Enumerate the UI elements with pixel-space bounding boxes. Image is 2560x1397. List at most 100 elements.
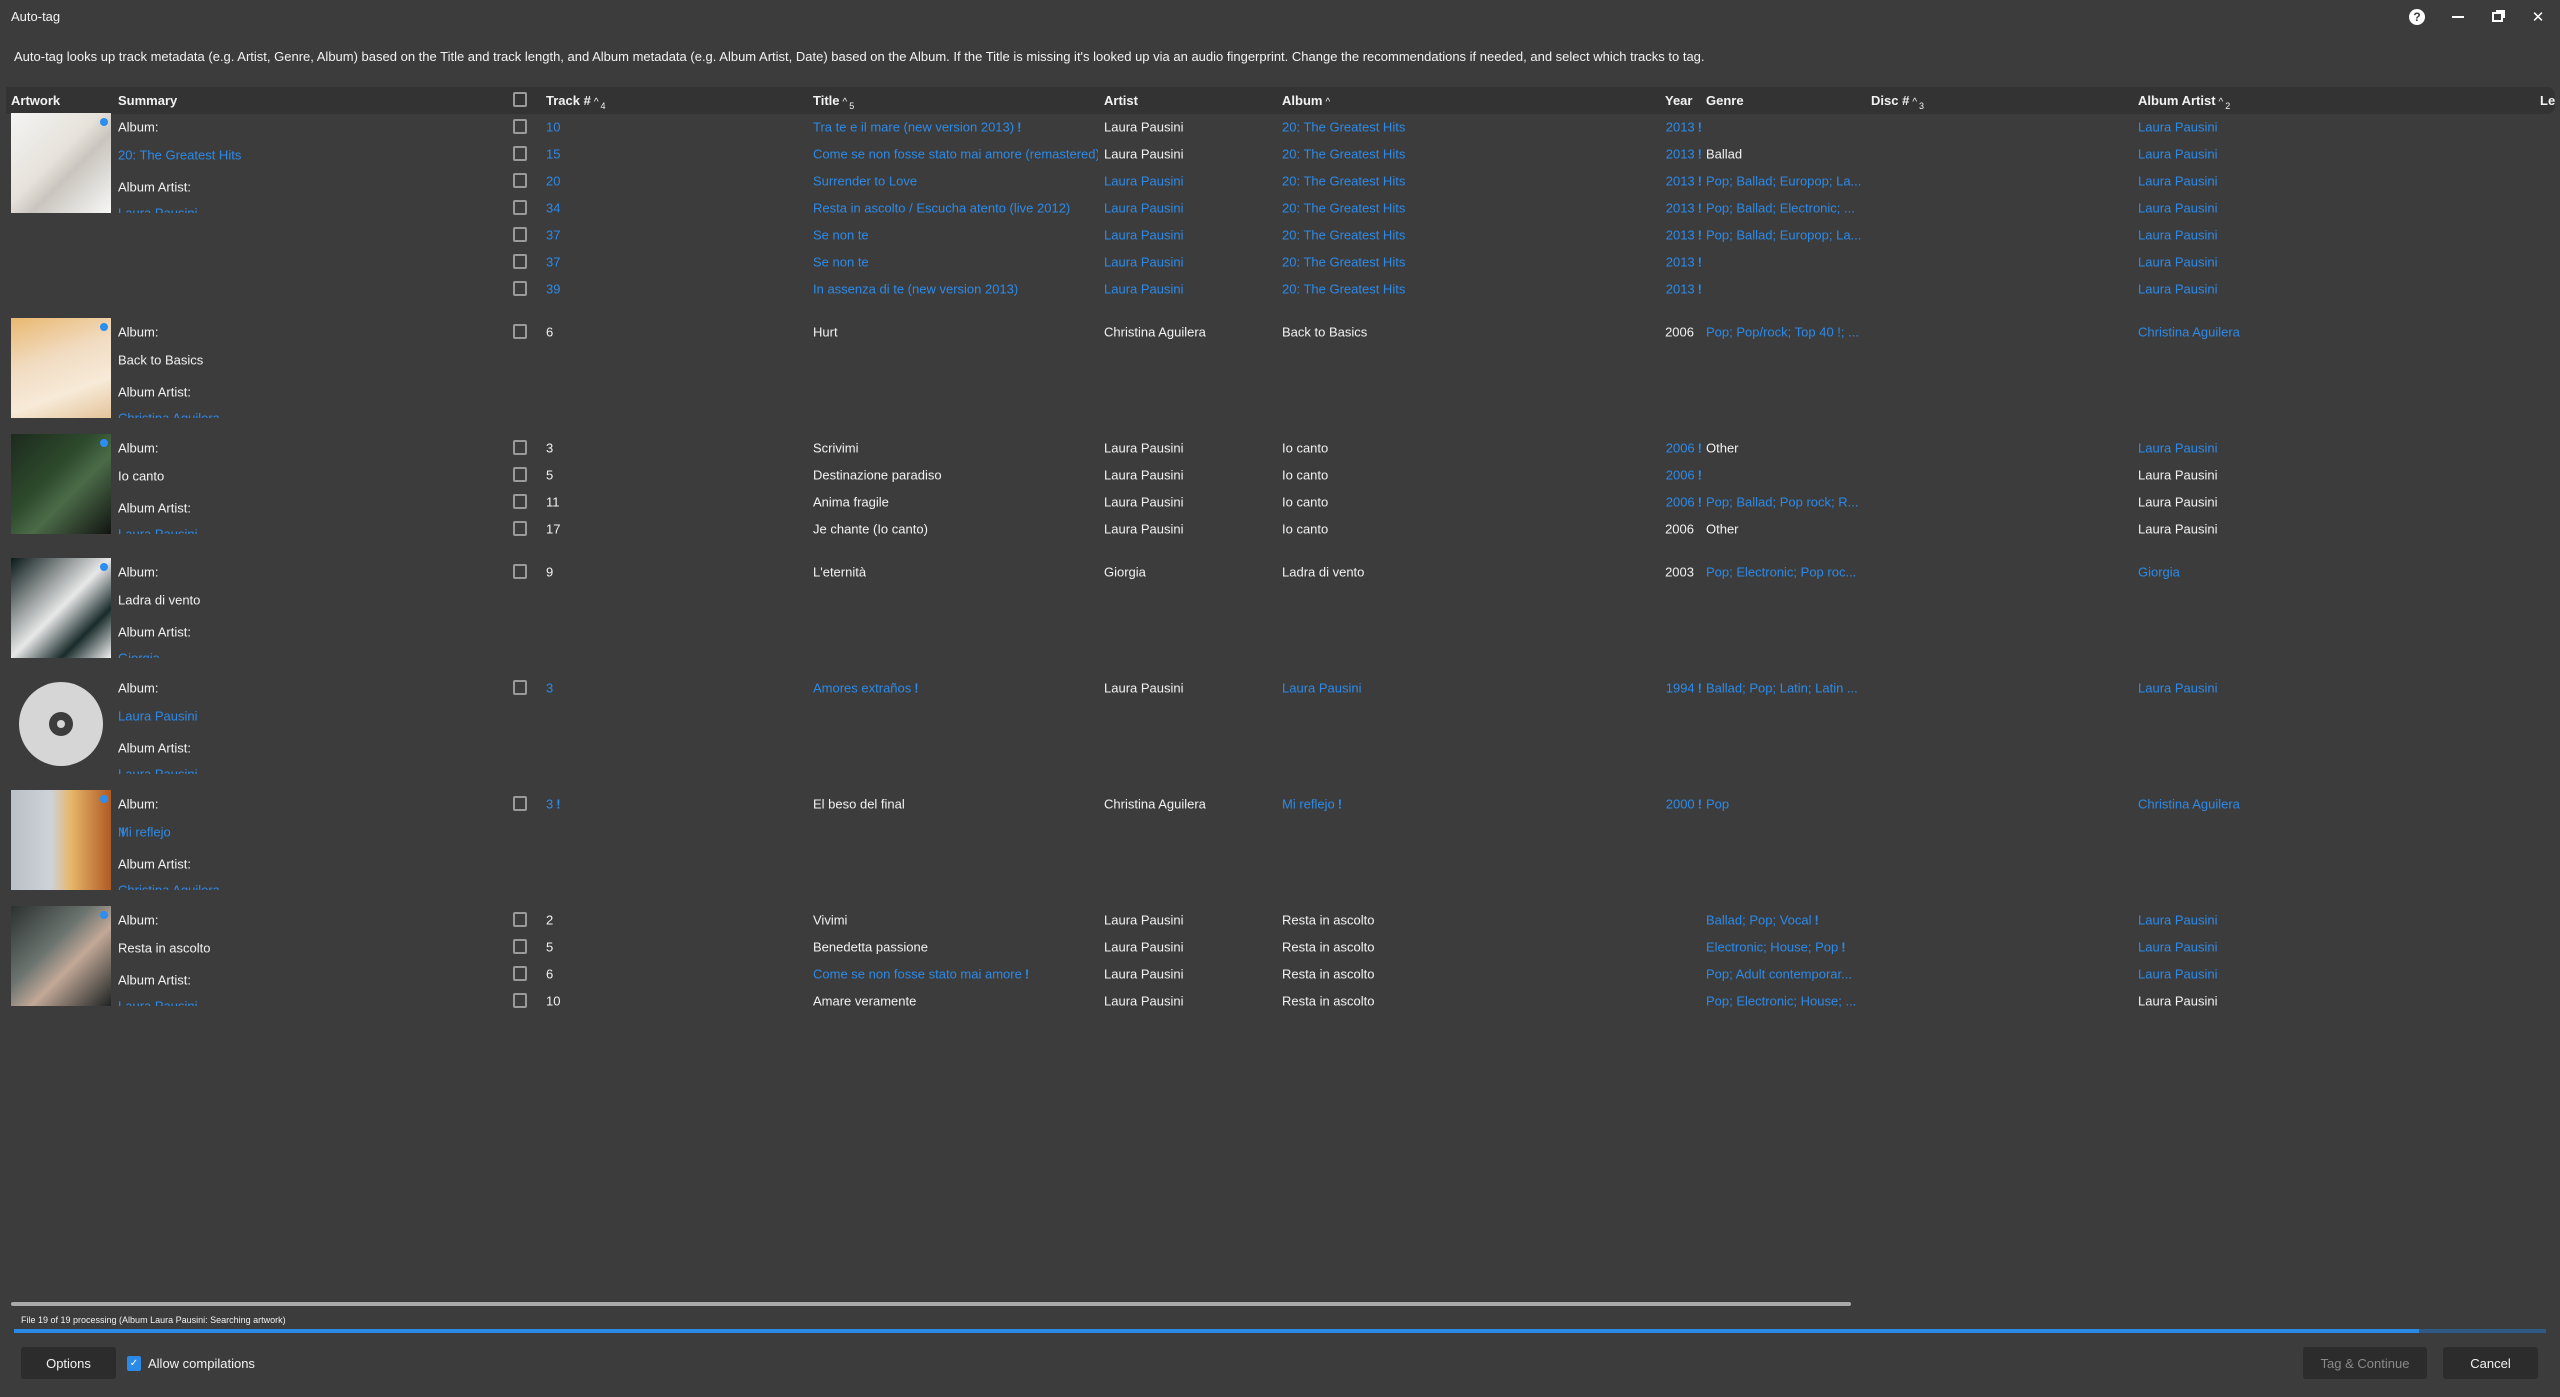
col-year[interactable]: Year <box>1665 93 1692 108</box>
warning-icon[interactable]: ! <box>1698 173 1702 188</box>
track-row[interactable]: 6 Come se non fosse stato mai amore! Laura… <box>0 960 2560 987</box>
artist-cell-text: Laura Pausini <box>1104 680 1184 695</box>
warning-icon[interactable]: ! <box>1017 119 1021 134</box>
track-checkbox[interactable] <box>513 227 527 242</box>
year-cell-text: 2013 <box>1665 281 1695 296</box>
track-cell-text: 34 <box>546 200 561 215</box>
warning-icon[interactable]: ! <box>1698 254 1702 269</box>
close-button[interactable]: ✕ <box>2527 6 2549 28</box>
track-row[interactable]: 6 Hurt Christina Aguilera Back to Basics Pop… <box>0 318 2560 345</box>
track-row[interactable]: 9 L'eternità Giorgia Ladra di vento Pop; Ele… <box>0 558 2560 585</box>
col-summary[interactable]: Summary <box>118 93 177 108</box>
genre-cell-text: Electronic; House; Pop <box>1706 939 1839 954</box>
album-cell-text: Resta in ascolto <box>1282 912 1375 927</box>
options-button[interactable]: Options <box>21 1347 116 1379</box>
track-checkbox[interactable] <box>513 993 527 1008</box>
track-checkbox[interactable] <box>513 324 527 339</box>
track-checkbox[interactable] <box>513 200 527 215</box>
track-checkbox[interactable] <box>513 440 527 455</box>
album-group: Album: Laura Pausini Album Artist: Laura Pa… <box>0 674 2560 790</box>
col-genre[interactable]: Genre <box>1706 93 1744 108</box>
track-checkbox[interactable] <box>513 564 527 579</box>
title-cell: Come se non fosse stato mai amore! <box>813 966 1029 981</box>
col-title[interactable]: Title ^ 5 <box>813 93 854 111</box>
table-header: Artwork Summary Track # ^ 4 Title ^ 5 Artist… <box>6 87 2555 114</box>
track-cell: 37 <box>546 227 560 242</box>
col-artist[interactable]: Artist <box>1104 93 1138 108</box>
track-checkbox[interactable] <box>513 966 527 981</box>
track-row[interactable]: 3! El beso del final Christina Aguilera Mi … <box>0 790 2560 817</box>
track-checkbox[interactable] <box>513 680 527 695</box>
select-all-checkbox[interactable] <box>513 92 527 107</box>
track-checkbox[interactable] <box>513 467 527 482</box>
col-track[interactable]: Track # ^ 4 <box>546 93 606 111</box>
warning-icon[interactable]: ! <box>121 825 125 840</box>
track-row[interactable]: 10 Tra te e il mare (new version 2013)! La… <box>0 113 2560 140</box>
allow-compilations-label[interactable]: Allow compilations <box>148 1356 255 1371</box>
col-disc[interactable]: Disc # ^ 3 <box>1871 93 1924 111</box>
track-checkbox[interactable] <box>513 173 527 188</box>
track-row[interactable]: 5 Destinazione paradiso Laura Pausini Io ca… <box>0 461 2560 488</box>
album-artist-cell: Giorgia <box>2138 564 2180 579</box>
track-row[interactable]: 34 Resta in ascolto / Escucha atento (liv… <box>0 194 2560 221</box>
warning-icon[interactable]: ! <box>1698 467 1702 482</box>
artist-cell-text: Laura Pausini <box>1104 939 1184 954</box>
warning-icon[interactable]: ! <box>1698 440 1702 455</box>
summary-album-artist-text: Giorgia <box>118 650 160 659</box>
col-album[interactable]: Album ^ <box>1282 93 1330 108</box>
track-row[interactable]: 39 In assenza di te (new version 2013) Lau… <box>0 275 2560 302</box>
warning-icon[interactable]: ! <box>1698 119 1702 134</box>
album-artist-cell: Laura Pausini <box>2138 467 2218 482</box>
warning-icon[interactable]: ! <box>1698 146 1702 161</box>
track-row[interactable]: 10 Amare veramente Laura Pausini Resta in a… <box>0 987 2560 1014</box>
track-checkbox[interactable] <box>513 521 527 536</box>
warning-icon[interactable]: ! <box>1698 227 1702 242</box>
col-album-artist[interactable]: Album Artist ^ 2 <box>2138 93 2230 111</box>
album-cell: 20: The Greatest Hits <box>1282 281 1405 296</box>
warning-icon[interactable]: ! <box>1698 796 1702 811</box>
album-artist-cell-text: Laura Pausini <box>2138 200 2218 215</box>
track-checkbox[interactable] <box>513 912 527 927</box>
track-row[interactable]: 3 Scrivimi Laura Pausini Io canto Other Laura… <box>0 434 2560 461</box>
track-checkbox[interactable] <box>513 146 527 161</box>
minimize-button[interactable] <box>2447 6 2469 28</box>
summary-album-artist-text: Christina Aguilera <box>118 410 220 419</box>
track-row[interactable]: 2 Vivimi Laura Pausini Resta in ascolto Ball… <box>0 906 2560 933</box>
album-artist-cell-text: Laura Pausini <box>2138 521 2218 536</box>
help-button[interactable]: ? <box>2406 6 2428 28</box>
track-row[interactable]: 5 Benedetta passione Laura Pausini Resta in… <box>0 933 2560 960</box>
track-row[interactable]: 17 Je chante (Io canto) Laura Pausini Io ca… <box>0 515 2560 542</box>
track-checkbox[interactable] <box>513 281 527 296</box>
cancel-button[interactable]: Cancel <box>2443 1347 2538 1379</box>
track-checkbox[interactable] <box>513 796 527 811</box>
track-checkbox[interactable] <box>513 939 527 954</box>
year-cell-text: 2006 <box>1665 494 1695 509</box>
warning-icon[interactable]: ! <box>556 796 560 811</box>
col-artwork[interactable]: Artwork <box>11 93 60 108</box>
tag-continue-button[interactable]: Tag & Continue <box>2303 1347 2427 1379</box>
horizontal-scrollbar[interactable] <box>11 1302 1851 1306</box>
track-row[interactable]: 3 Amores extraños! Laura Pausini Laura Paus… <box>0 674 2560 701</box>
warning-icon[interactable]: ! <box>1698 281 1702 296</box>
track-checkbox[interactable] <box>513 254 527 269</box>
allow-compilations-checkbox[interactable]: ✓ <box>127 1356 141 1371</box>
track-checkbox[interactable] <box>513 119 527 134</box>
track-row[interactable]: 11 Anima fragile Laura Pausini Io canto Pop;… <box>0 488 2560 515</box>
track-row[interactable]: 20 Surrender to Love Laura Pausini 20: The … <box>0 167 2560 194</box>
warning-icon[interactable]: ! <box>1815 912 1819 927</box>
year-cell: 2013! <box>1666 227 1702 242</box>
track-row[interactable]: 37 Se non te Laura Pausini 20: The Greatest… <box>0 221 2560 248</box>
warning-icon[interactable]: ! <box>1338 796 1342 811</box>
warning-icon[interactable]: ! <box>1698 494 1702 509</box>
col-length[interactable]: Le <box>2540 93 2555 108</box>
restore-button[interactable] <box>2486 6 2508 28</box>
track-checkbox[interactable] <box>513 494 527 509</box>
warning-icon[interactable]: ! <box>1698 200 1702 215</box>
warning-icon[interactable]: ! <box>1025 966 1029 981</box>
genre-cell: Pop; Electronic; House; ... <box>1706 993 1856 1008</box>
warning-icon[interactable]: ! <box>1698 680 1702 695</box>
track-row[interactable]: 15 Come se non fosse stato mai amore (rem… <box>0 140 2560 167</box>
warning-icon[interactable]: ! <box>1841 939 1845 954</box>
warning-icon[interactable]: ! <box>914 680 918 695</box>
track-row[interactable]: 37 Se non te Laura Pausini 20: The Greatest… <box>0 248 2560 275</box>
